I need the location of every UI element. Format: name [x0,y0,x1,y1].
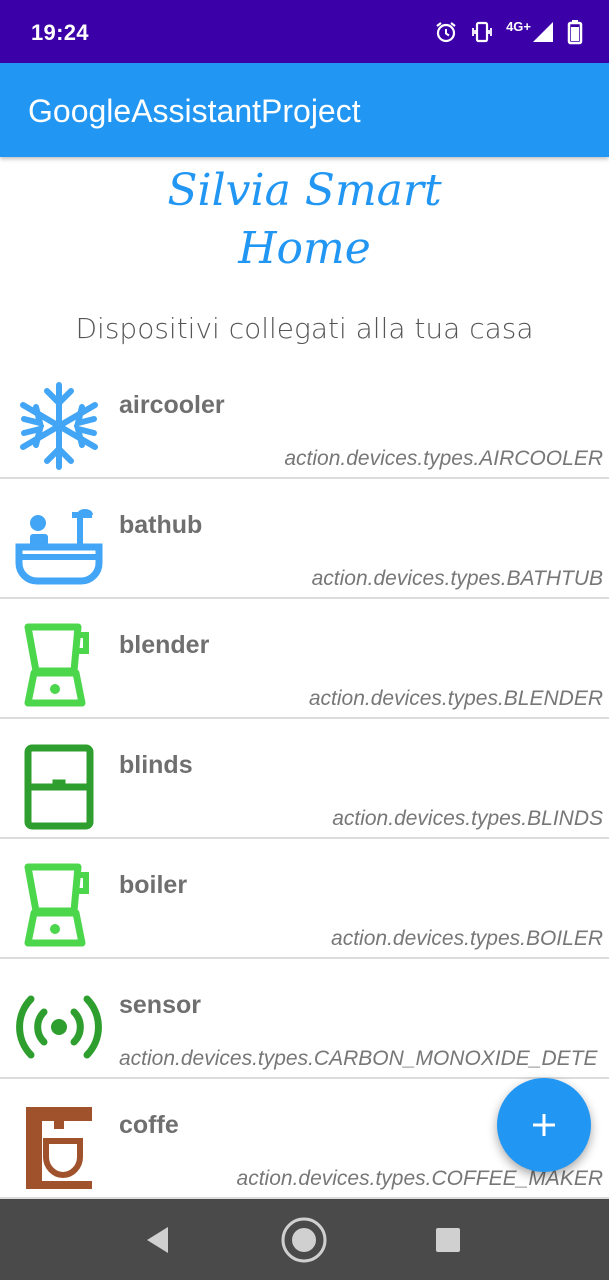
signal-icon [533,22,553,42]
status-bar: 19:24 4G+ [0,0,609,63]
sensor-icon [14,981,104,1071]
app-bar: GoogleAssistantProject [0,63,609,157]
device-type: action.devices.types.BLINDS [332,807,603,830]
list-item[interactable]: blender action.devices.types.BLENDER [0,599,609,719]
device-name: aircooler [119,391,225,419]
device-type: action.devices.types.BLENDER [308,687,603,710]
alarm-icon [436,22,456,43]
device-type: action.devices.types.BATHTUB [311,567,603,590]
device-name: bathub [119,511,203,539]
device-type: action.devices.types.AIRCOOLER [284,447,603,470]
system-nav-bar [0,1199,609,1280]
device-list[interactable]: aircooler action.devices.types.AIRCOOLER… [0,359,609,1199]
home-icon [281,1217,327,1263]
bathtub-icon [14,501,104,591]
blender-icon [14,861,104,951]
device-name: boiler [119,871,188,899]
list-item[interactable]: bathub action.devices.types.BATHTUB [0,479,609,599]
home-button[interactable] [281,1217,327,1263]
subtitle: Dispositivi collegati alla tua casa [75,312,534,345]
add-device-button[interactable] [497,1078,591,1172]
device-type: action.devices.types.CARBON_MONOXIDE_DET… [119,1047,598,1070]
list-item[interactable]: aircooler action.devices.types.AIRCOOLER [0,359,609,479]
blender-icon [14,621,104,711]
network-label: 4G+ [506,18,531,34]
device-name: coffe [119,1111,179,1139]
brand-heading: Silvia Smart Home [0,162,609,278]
brand-line-2: Home [238,223,371,274]
device-name: blender [119,631,210,659]
recents-icon [436,1228,460,1252]
back-icon [147,1227,168,1253]
recents-button[interactable] [425,1217,471,1263]
battery-icon [567,20,583,45]
status-time: 19:24 [31,20,89,45]
app-title: GoogleAssistantProject [28,93,361,129]
device-name: sensor [119,991,201,1019]
blinds-icon [14,741,104,831]
device-name: blinds [119,751,193,779]
device-type: action.devices.types.BOILER [331,927,603,950]
back-button[interactable] [135,1217,181,1263]
brand-line-1: Silvia Smart [167,165,442,216]
list-item[interactable]: sensor action.devices.types.CARBON_MONOX… [0,959,609,1079]
vibrate-icon [472,21,492,43]
snowflake-icon [14,381,104,471]
list-item[interactable]: blinds action.devices.types.BLINDS [0,719,609,839]
plus-icon [533,1114,555,1136]
status-icons: 4G+ [434,17,583,47]
coffee-maker-icon [14,1101,104,1191]
list-item[interactable]: boiler action.devices.types.BOILER [0,839,609,959]
